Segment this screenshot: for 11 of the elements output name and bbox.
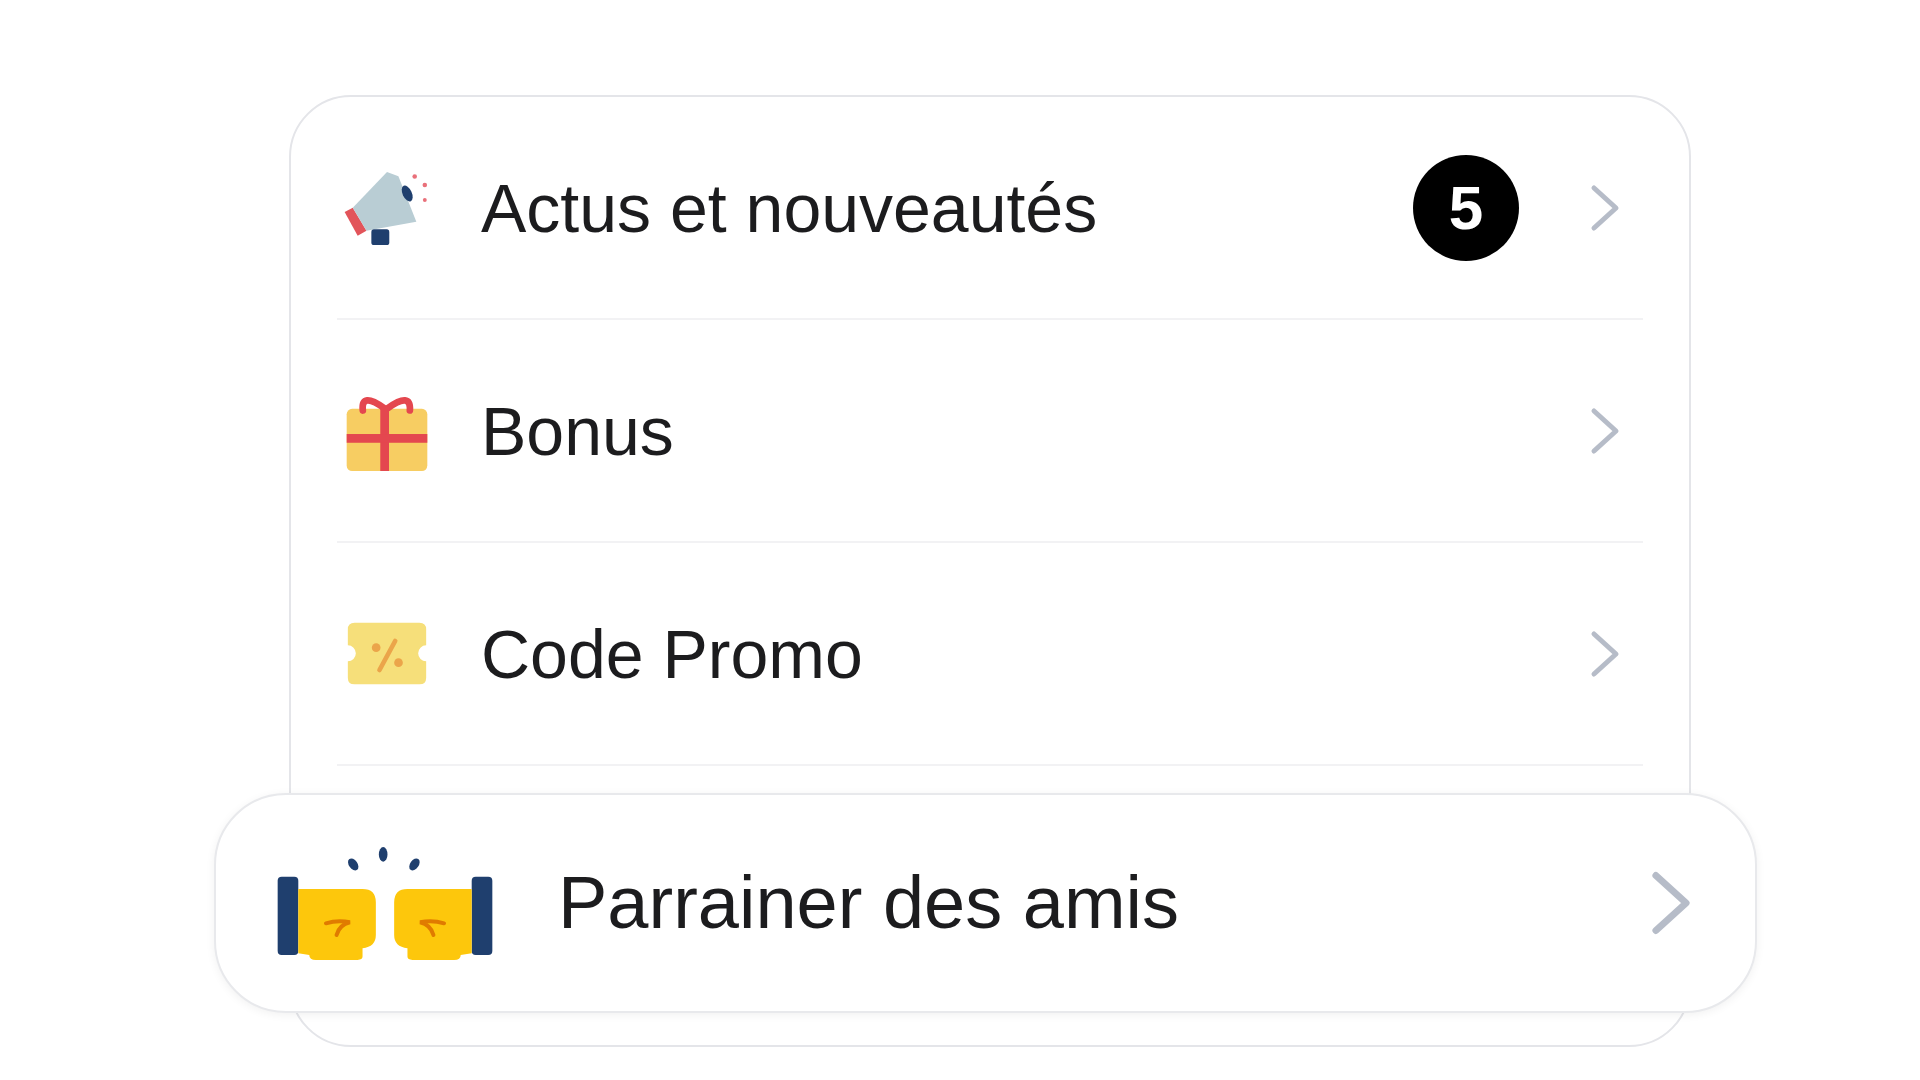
referral-card[interactable]: Parrainer des amis [214,793,1757,1013]
menu-item[interactable]: Actus et nouveautés 5 [337,97,1643,320]
menu-item[interactable]: Bonus [337,320,1643,543]
chevron-right-icon [1649,869,1693,937]
chevron-right-icon [1589,183,1621,232]
ticket-icon [346,621,428,686]
menu-item[interactable]: Code Promo [337,543,1643,766]
chevron-right-icon [1589,629,1621,678]
fist-bump-icon [276,844,494,962]
count-badge: 5 [1413,154,1519,261]
chevron-right-icon [1589,406,1621,455]
